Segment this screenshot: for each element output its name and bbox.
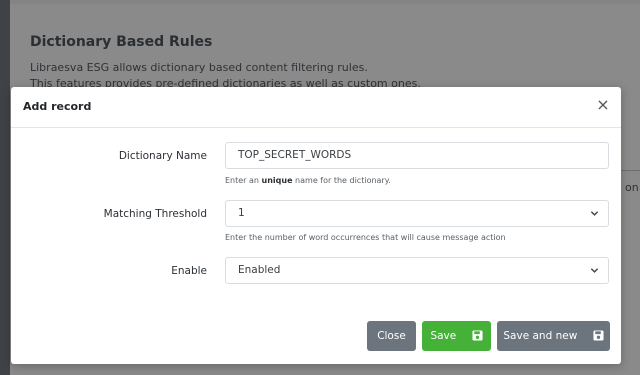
floppy-disk-icon xyxy=(472,329,483,341)
help-text-prefix: Enter an xyxy=(225,176,262,185)
sidebar xyxy=(0,0,10,375)
modal-title: Add record xyxy=(23,100,92,113)
enable-value: Enabled xyxy=(238,264,281,276)
enable-label: Enable xyxy=(171,265,207,277)
matching-threshold-help: Enter the number of word occurrences tha… xyxy=(225,233,506,242)
close-button[interactable]: Close xyxy=(367,321,416,351)
save-and-new-button-label: Save and new xyxy=(503,330,578,342)
save-button-label: Save xyxy=(430,330,457,342)
matching-threshold-label: Matching Threshold xyxy=(103,208,207,220)
enable-select[interactable]: Enabled xyxy=(225,257,609,284)
close-icon[interactable]: × xyxy=(595,97,611,113)
floppy-disk-icon xyxy=(593,329,604,341)
matching-threshold-value: 1 xyxy=(238,207,245,219)
help-text-suffix: name for the dictionary. xyxy=(292,176,391,185)
save-and-new-button[interactable]: Save and new xyxy=(497,321,610,351)
save-button[interactable]: Save xyxy=(422,321,491,351)
table-divider xyxy=(620,170,640,171)
modal-header: Add record × xyxy=(11,87,621,128)
chevron-down-icon xyxy=(590,211,599,216)
chevron-down-icon xyxy=(590,268,599,273)
page-title: Dictionary Based Rules xyxy=(30,34,213,50)
page-description-line-1: Libraesva ESG allows dictionary based co… xyxy=(30,61,368,74)
dictionary-name-input[interactable]: TOP_SECRET_WORDS xyxy=(225,142,609,169)
add-record-modal: Add record × Dictionary Name TOP_SECRET_… xyxy=(11,87,621,364)
truncated-column-text: on xyxy=(625,181,639,194)
dictionary-name-help: Enter an unique name for the dictionary. xyxy=(225,176,391,185)
help-text-bold: unique xyxy=(261,176,293,185)
dictionary-name-label: Dictionary Name xyxy=(118,150,207,162)
close-button-label: Close xyxy=(377,330,406,342)
matching-threshold-select[interactable]: 1 xyxy=(225,200,609,227)
